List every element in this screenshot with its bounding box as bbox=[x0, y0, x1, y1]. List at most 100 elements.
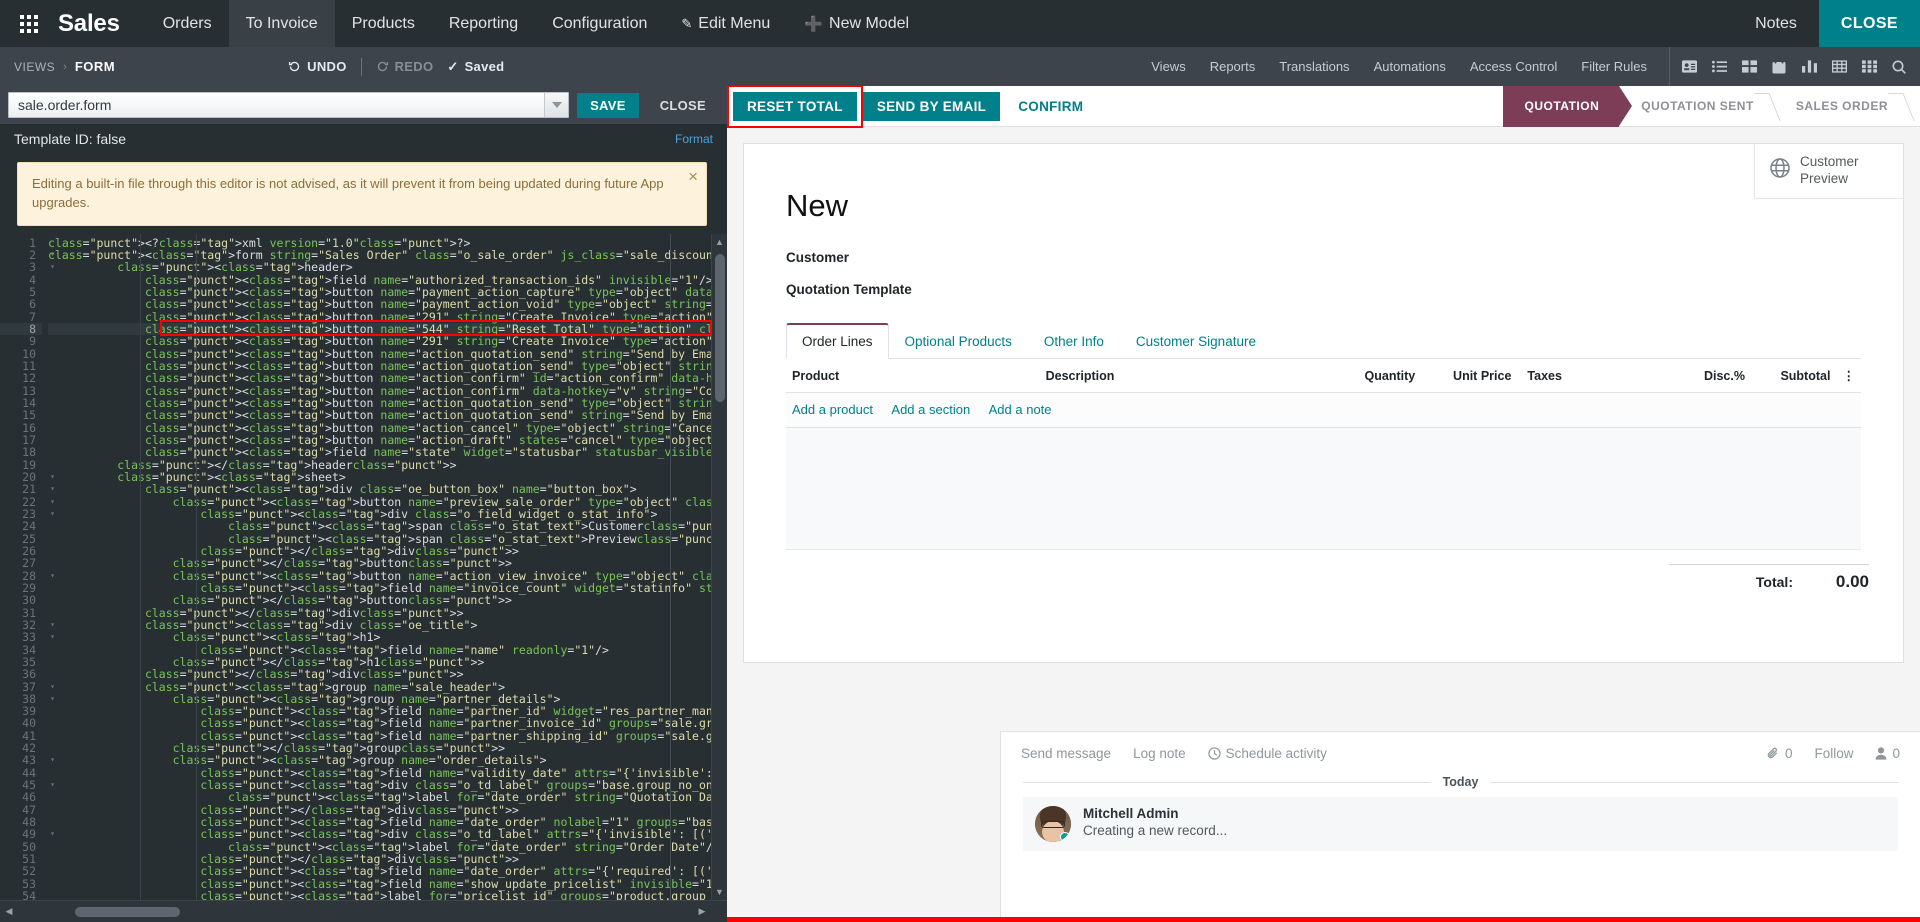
save-button[interactable]: SAVE bbox=[577, 92, 639, 118]
sheet-inner: New Customer Quotation Template Order Li… bbox=[744, 144, 1903, 550]
editor-vertical-scrollbar[interactable]: ▲ ▼ bbox=[711, 233, 727, 900]
col-unit-price: Unit Price bbox=[1421, 359, 1518, 393]
customer-preview-button[interactable]: Customer Preview bbox=[1755, 144, 1903, 198]
link-filter-rules[interactable]: Filter Rules bbox=[1569, 59, 1659, 74]
tab-order-lines[interactable]: Order Lines bbox=[786, 323, 889, 359]
edit-menu-label: Edit Menu bbox=[698, 14, 771, 32]
table-header-row: Product Description Quantity Unit Price … bbox=[786, 359, 1861, 393]
col-description: Description bbox=[1039, 359, 1315, 393]
avatar[interactable] bbox=[1035, 806, 1071, 842]
add-a-section-link[interactable]: Add a section bbox=[891, 402, 970, 417]
code-content[interactable]: class="punct"><?class="tag">xml version=… bbox=[48, 237, 727, 922]
list-icon[interactable] bbox=[1704, 47, 1734, 86]
globe-icon bbox=[1769, 157, 1791, 184]
link-automations[interactable]: Automations bbox=[1362, 59, 1458, 74]
studio-subbar: VIEWS › FORM UNDO REDO ✓ Saved Views Rep… bbox=[0, 47, 1920, 86]
grid-view-icon[interactable] bbox=[1854, 47, 1884, 86]
schedule-activity-button[interactable]: Schedule activity bbox=[1207, 746, 1327, 761]
alert-text: Editing a built-in file through this edi… bbox=[32, 176, 664, 210]
undo-button[interactable]: UNDO bbox=[288, 59, 346, 74]
contact-card-icon[interactable] bbox=[1674, 47, 1704, 86]
status-quotation[interactable]: QUOTATION bbox=[1502, 86, 1632, 127]
link-access-control[interactable]: Access Control bbox=[1458, 59, 1569, 74]
close-button[interactable]: CLOSE bbox=[646, 92, 719, 118]
new-model-label: New Model bbox=[829, 14, 910, 32]
add-a-note-link[interactable]: Add a note bbox=[989, 402, 1052, 417]
day-separator: Today bbox=[1001, 771, 1920, 797]
chevron-down-icon[interactable] bbox=[544, 93, 569, 117]
undo-icon bbox=[289, 61, 300, 72]
menu-orders[interactable]: Orders bbox=[146, 0, 229, 47]
vertical-dots-icon[interactable]: ⋮ bbox=[1836, 359, 1861, 393]
apps-grid-icon[interactable] bbox=[0, 0, 58, 47]
form-statusbar: RESET TOTAL SEND BY EMAIL CONFIRM QUOTAT… bbox=[727, 86, 1920, 127]
link-views[interactable]: Views bbox=[1139, 59, 1197, 74]
scroll-up-arrow[interactable]: ▲ bbox=[712, 234, 727, 250]
day-separator-label: Today bbox=[1442, 775, 1479, 789]
edit-menu-button[interactable]: ✎ Edit Menu bbox=[664, 0, 787, 47]
new-model-button[interactable]: ➕ New Model bbox=[787, 0, 926, 47]
xml-editor-pane: sale.order.form SAVE CLOSE Template ID: … bbox=[0, 86, 727, 922]
print-margin bbox=[670, 233, 671, 922]
empty-lines-area bbox=[786, 428, 1861, 550]
bottom-red-marker bbox=[727, 917, 1920, 922]
calendar-icon[interactable] bbox=[1764, 47, 1794, 86]
kanban-icon[interactable] bbox=[1734, 47, 1764, 86]
log-note-button[interactable]: Log note bbox=[1133, 746, 1186, 761]
navbar-spacer bbox=[926, 0, 1733, 47]
close-studio-button[interactable]: CLOSE bbox=[1818, 0, 1920, 47]
view-file-select[interactable]: sale.order.form bbox=[8, 92, 570, 118]
followers-counter[interactable]: 0 bbox=[1875, 746, 1900, 761]
editor-toolbar: sale.order.form SAVE CLOSE bbox=[0, 86, 727, 124]
breadcrumb-separator: › bbox=[63, 60, 67, 73]
subbar-links: Views Reports Translations Automations A… bbox=[1139, 47, 1920, 86]
editor-horizontal-scrollbar[interactable]: ◀ ▶ bbox=[0, 900, 727, 922]
scroll-left-arrow[interactable]: ◀ bbox=[0, 901, 18, 922]
pivot-icon[interactable] bbox=[1824, 47, 1854, 86]
format-link[interactable]: Format bbox=[675, 132, 713, 146]
notebook-tabs: Order Lines Optional Products Other Info… bbox=[786, 323, 1861, 359]
odoo-form-preview: RESET TOTAL SEND BY EMAIL CONFIRM QUOTAT… bbox=[727, 86, 1920, 922]
send-by-email-button[interactable]: SEND BY EMAIL bbox=[862, 91, 1001, 121]
breadcrumb: VIEWS › FORM bbox=[0, 59, 115, 74]
chart-icon[interactable] bbox=[1794, 47, 1824, 86]
clock-icon bbox=[1207, 747, 1221, 760]
menu-reporting[interactable]: Reporting bbox=[432, 0, 535, 47]
link-translations[interactable]: Translations bbox=[1267, 59, 1361, 74]
customer-preview-label: Customer Preview bbox=[1800, 154, 1859, 188]
status-quotation-sent[interactable]: QUOTATION SENT bbox=[1619, 86, 1774, 127]
attachments-counter[interactable]: 0 bbox=[1767, 746, 1793, 761]
breadcrumb-form: FORM bbox=[74, 59, 116, 74]
form-sheet-area: Customer Preview New Customer Quotation … bbox=[727, 127, 1920, 663]
history-controls: UNDO REDO ✓ Saved bbox=[288, 57, 505, 76]
close-icon[interactable]: × bbox=[688, 168, 698, 185]
add-a-product-link[interactable]: Add a product bbox=[792, 402, 873, 417]
menu-products[interactable]: Products bbox=[335, 0, 432, 47]
search-icon[interactable] bbox=[1884, 47, 1914, 86]
menu-configuration[interactable]: Configuration bbox=[535, 0, 664, 47]
follow-button[interactable]: Follow bbox=[1814, 746, 1853, 761]
chatter-toolbar: Send message Log note Schedule activity … bbox=[1001, 732, 1920, 771]
tab-customer-signature[interactable]: Customer Signature bbox=[1120, 324, 1272, 359]
pencil-icon: ✎ bbox=[681, 15, 693, 31]
plus-icon: ➕ bbox=[804, 15, 824, 33]
attachment-count: 0 bbox=[1784, 746, 1793, 761]
undo-label: UNDO bbox=[307, 59, 347, 74]
confirm-button[interactable]: CONFIRM bbox=[1006, 92, 1095, 121]
message-body-wrap: Mitchell Admin Creating a new record... bbox=[1083, 806, 1227, 842]
breadcrumb-views[interactable]: VIEWS bbox=[14, 60, 55, 74]
send-message-button[interactable]: Send message bbox=[1021, 746, 1111, 761]
saved-label: Saved bbox=[464, 59, 505, 74]
scroll-down-arrow[interactable]: ▼ bbox=[712, 884, 727, 900]
menu-to-invoice[interactable]: To Invoice bbox=[228, 0, 335, 47]
scroll-right-arrow[interactable]: ▶ bbox=[693, 901, 711, 922]
status-sales-order[interactable]: SALES ORDER bbox=[1774, 86, 1908, 127]
tab-other-info[interactable]: Other Info bbox=[1028, 324, 1120, 359]
redo-button[interactable]: REDO bbox=[376, 59, 434, 74]
code-editor[interactable]: 1 2 3 4 5 6 7 8 9 10 11 12 13 14 15 16 17 18 19 20 21 22 23 24 2… bbox=[0, 233, 727, 922]
tab-optional-products[interactable]: Optional Products bbox=[889, 324, 1028, 359]
notes-button[interactable]: Notes bbox=[1733, 0, 1819, 47]
link-reports[interactable]: Reports bbox=[1198, 59, 1268, 74]
reset-total-button[interactable]: RESET TOTAL bbox=[733, 91, 857, 121]
view-file-select-value: sale.order.form bbox=[18, 97, 112, 113]
